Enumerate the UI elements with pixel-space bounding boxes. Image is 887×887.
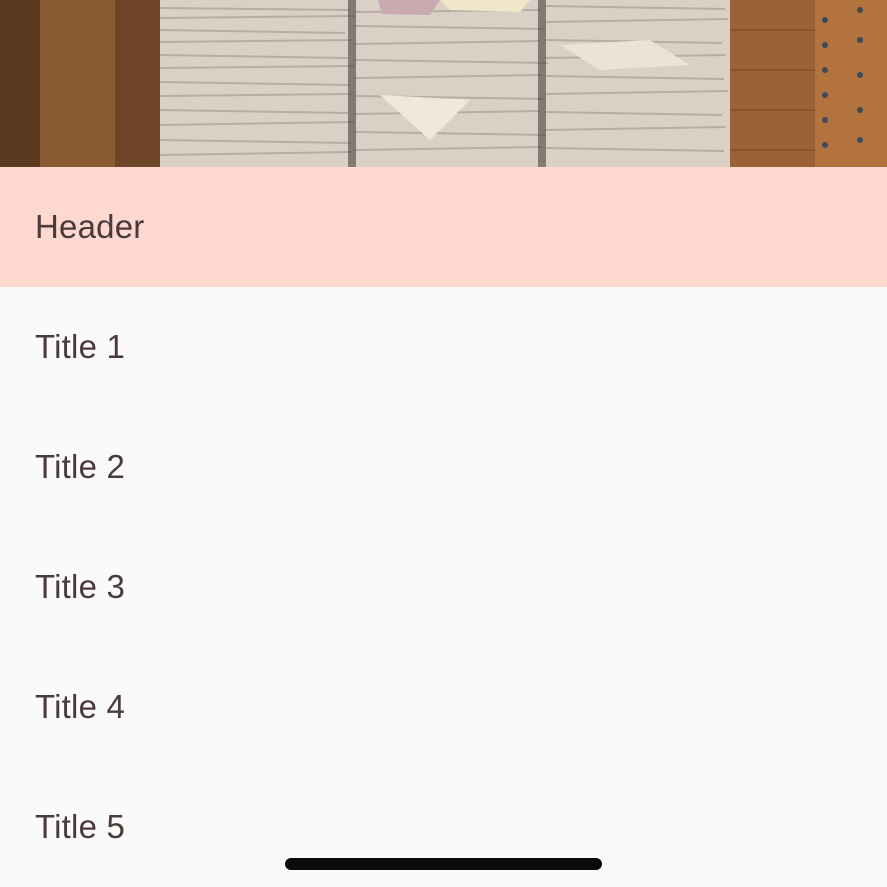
- title-list: Title 1 Title 2 Title 3 Title 4 Title 5: [0, 287, 887, 887]
- list-item-title-4[interactable]: Title 4: [0, 647, 887, 767]
- list-item-title-1[interactable]: Title 1: [0, 287, 887, 407]
- list-item-title-2[interactable]: Title 2: [0, 407, 887, 527]
- list-item-title-3[interactable]: Title 3: [0, 527, 887, 647]
- header-title: Header: [35, 208, 145, 245]
- list-header: Header: [0, 167, 887, 287]
- app-screen: Header Title 1 Title 2 Title 3 Title 4 T…: [0, 0, 887, 887]
- list-item-label: Title 2: [35, 448, 126, 485]
- list-item-label: Title 5: [35, 808, 126, 845]
- home-indicator[interactable]: [285, 858, 602, 870]
- hero-image-stacked-papers: [0, 0, 887, 167]
- list-item-label: Title 4: [35, 688, 126, 725]
- list-item-label: Title 1: [35, 328, 126, 365]
- list-item-label: Title 3: [35, 568, 126, 605]
